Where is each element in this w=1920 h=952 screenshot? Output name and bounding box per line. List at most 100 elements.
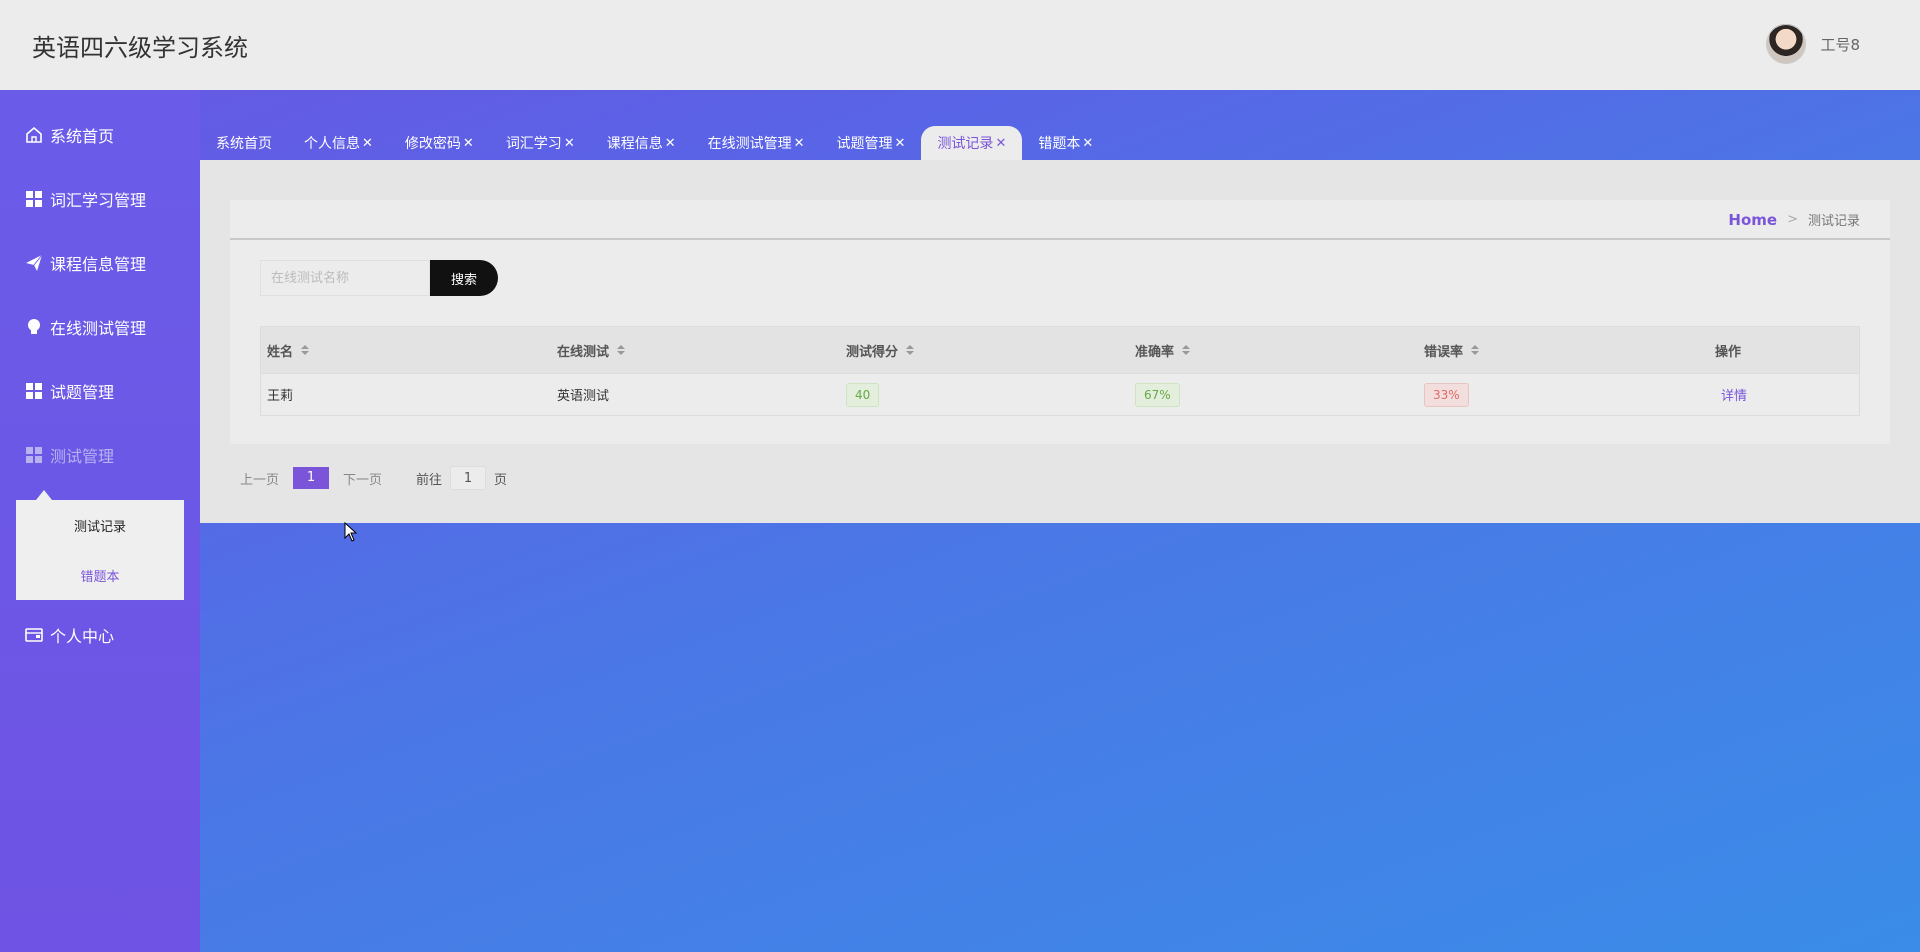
sort-icon[interactable]	[906, 345, 915, 355]
user-name[interactable]: 工号8	[1820, 34, 1860, 55]
breadcrumb-home[interactable]: Home	[1728, 211, 1777, 229]
cell-action: 详情	[1709, 385, 1859, 404]
tab-label: 词汇学习	[505, 136, 562, 152]
breadcrumb-bar: Home > 测试记录	[230, 200, 1890, 240]
sort-icon[interactable]	[617, 345, 626, 355]
sidebar-item-label: 系统首页	[50, 127, 115, 146]
records-table: 姓名 在线测试 测试得分 准确率 错误率 操作 王莉 英语测试 40 67% 3…	[260, 326, 1860, 416]
app-title: 英语四六级学习系统	[32, 34, 248, 62]
tab-wrong-book[interactable]: 错题本 ✕	[1022, 126, 1109, 160]
column-header-error-rate[interactable]: 错误率	[1418, 341, 1709, 360]
tab-label: 试题管理	[836, 136, 893, 152]
breadcrumb: Home > 测试记录	[1728, 210, 1860, 230]
sidebar-item-label: 在线测试管理	[50, 319, 147, 338]
grid-icon	[24, 189, 44, 209]
user-area[interactable]: 工号8	[1766, 24, 1860, 64]
close-icon[interactable]: ✕	[794, 136, 805, 151]
grid-icon	[24, 381, 44, 401]
close-icon[interactable]: ✕	[463, 136, 474, 151]
sidebar-item-vocab[interactable]: 词汇学习管理	[24, 184, 146, 214]
goto-page: 前往 页	[416, 466, 507, 490]
cell-name: 王莉	[267, 389, 294, 404]
error-rate-badge: 33%	[1424, 382, 1469, 407]
search-input[interactable]	[260, 260, 430, 296]
submenu-item-test-records[interactable]: 测试记录	[16, 516, 184, 535]
tab-test-records[interactable]: 测试记录 ✕	[921, 126, 1023, 160]
pagination: 上一页 1 下一页 前往 页	[240, 466, 507, 490]
sidebar-item-online-test[interactable]: 在线测试管理	[24, 312, 146, 342]
column-label: 测试得分	[846, 344, 899, 360]
sidebar: 系统首页 词汇学习管理 课程信息管理 在线测试管理 试题管理 测试管理 个人中心…	[0, 90, 200, 952]
tab-label: 个人信息	[304, 136, 360, 152]
goto-prefix: 前往	[416, 472, 443, 488]
sidebar-item-test-manage[interactable]: 测试管理	[24, 440, 114, 470]
search-button[interactable]: 搜索	[430, 260, 498, 296]
goto-suffix: 页	[494, 472, 508, 488]
cell-test: 英语测试	[557, 389, 610, 404]
tab-label: 在线测试管理	[707, 136, 792, 152]
cell-error-rate: 33%	[1418, 382, 1709, 407]
prev-page-button[interactable]: 上一页	[240, 469, 279, 488]
column-header-accuracy[interactable]: 准确率	[1129, 341, 1418, 360]
column-label: 准确率	[1135, 344, 1175, 360]
goto-page-input[interactable]	[450, 466, 487, 490]
sidebar-item-course[interactable]: 课程信息管理	[24, 248, 146, 278]
cell-score: 40	[840, 382, 1129, 407]
close-icon[interactable]: ✕	[895, 136, 906, 151]
detail-link[interactable]: 详情	[1721, 389, 1747, 404]
sort-icon[interactable]	[1471, 345, 1480, 355]
tab-home[interactable]: 系统首页	[200, 126, 288, 160]
next-page-button[interactable]: 下一页	[343, 469, 382, 488]
tab-course[interactable]: 课程信息 ✕	[591, 126, 692, 160]
avatar[interactable]	[1766, 24, 1807, 64]
table-header: 姓名 在线测试 测试得分 准确率 错误率 操作	[261, 327, 1859, 374]
column-header-score[interactable]: 测试得分	[840, 341, 1129, 360]
tab-label: 课程信息	[606, 136, 663, 152]
breadcrumb-separator: >	[1787, 212, 1798, 227]
column-label: 姓名	[267, 344, 294, 360]
tab-change-password[interactable]: 修改密码 ✕	[389, 126, 490, 160]
top-header: 英语四六级学习系统 工号8	[0, 0, 1920, 90]
grid-icon	[24, 445, 44, 465]
column-header-name[interactable]: 姓名	[261, 341, 551, 360]
close-icon[interactable]: ✕	[665, 136, 676, 151]
sort-icon[interactable]	[301, 345, 310, 355]
close-icon[interactable]: ✕	[995, 136, 1006, 151]
tab-vocab[interactable]: 词汇学习 ✕	[490, 126, 591, 160]
column-header-action: 操作	[1709, 341, 1859, 360]
bulb-icon	[24, 317, 44, 337]
tab-label: 系统首页	[216, 136, 272, 152]
records-card: Home > 测试记录 搜索 姓名 在线测试 测试得分 准确率 错误率 操作 王…	[230, 200, 1890, 444]
sidebar-item-label: 测试管理	[50, 447, 115, 466]
sidebar-item-questions[interactable]: 试题管理	[24, 376, 114, 406]
table-row: 王莉 英语测试 40 67% 33% 详情	[261, 374, 1859, 415]
close-icon[interactable]: ✕	[564, 136, 575, 151]
cell-accuracy: 67%	[1129, 382, 1418, 407]
tab-label: 修改密码	[404, 136, 461, 152]
column-label: 在线测试	[557, 344, 610, 360]
tab-bar: 系统首页 个人信息 ✕ 修改密码 ✕ 词汇学习 ✕ 课程信息 ✕ 在线测试管理 ✕ 试题管…	[200, 126, 1109, 160]
column-label: 操作	[1715, 344, 1742, 360]
tab-label: 测试记录	[937, 136, 994, 152]
sort-icon[interactable]	[1182, 345, 1191, 355]
score-badge: 40	[846, 382, 880, 407]
sidebar-item-label: 试题管理	[50, 383, 115, 402]
content-panel: Home > 测试记录 搜索 姓名 在线测试 测试得分 准确率 错误率 操作 王…	[200, 160, 1920, 523]
sidebar-item-home[interactable]: 系统首页	[24, 120, 114, 150]
close-icon[interactable]: ✕	[1082, 136, 1093, 151]
mouse-cursor-icon	[344, 522, 358, 542]
page-number-current[interactable]: 1	[293, 467, 330, 489]
close-icon[interactable]: ✕	[362, 136, 373, 151]
tab-personal-info[interactable]: 个人信息 ✕	[288, 126, 389, 160]
tab-questions[interactable]: 试题管理 ✕	[821, 126, 922, 160]
submenu-item-wrong-book[interactable]: 错题本	[16, 566, 184, 585]
card-icon	[24, 625, 44, 645]
sidebar-item-label: 个人中心	[50, 627, 115, 646]
paper-plane-icon	[24, 253, 44, 273]
test-manage-submenu: 测试记录 错题本	[16, 490, 184, 600]
sidebar-item-profile[interactable]: 个人中心	[24, 620, 114, 650]
sidebar-item-label: 词汇学习管理	[50, 191, 147, 210]
column-header-test[interactable]: 在线测试	[551, 341, 840, 360]
tab-online-test[interactable]: 在线测试管理 ✕	[692, 126, 821, 160]
tab-label: 错题本	[1038, 136, 1081, 152]
